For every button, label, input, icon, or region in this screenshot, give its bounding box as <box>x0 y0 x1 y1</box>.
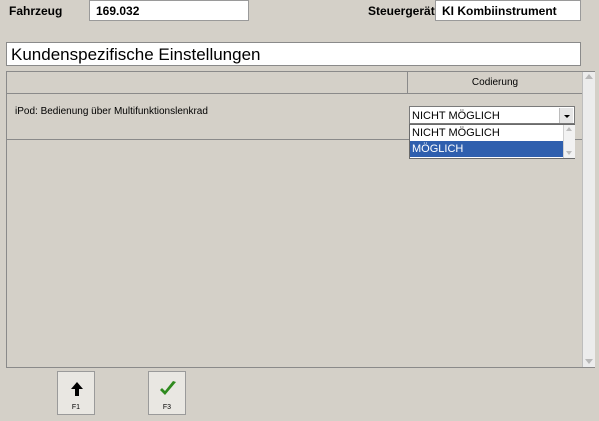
ecu-field: KI Kombiinstrument <box>435 0 581 21</box>
f1-button[interactable]: F1 <box>57 371 95 415</box>
table-header-row: Codierung <box>7 72 582 94</box>
dropdown-scroll-up-icon[interactable] <box>566 127 572 131</box>
f3-button[interactable]: F3 <box>148 371 186 415</box>
coding-select[interactable]: NICHT MÖGLICH <box>409 106 575 124</box>
chevron-down-icon <box>564 115 570 118</box>
dropdown-option-nicht-moeglich[interactable]: NICHT MÖGLICH <box>410 125 564 141</box>
f1-label: F1 <box>71 404 81 411</box>
column-header-codierung: Codierung <box>471 77 519 88</box>
scroll-up-icon[interactable] <box>585 74 593 79</box>
dropdown-option-moeglich[interactable]: MÖGLICH <box>410 141 564 157</box>
row-label: iPod: Bedienung über Multifunktionslenkr… <box>15 106 208 117</box>
page-title: Kundenspezifische Einstellungen <box>6 42 581 66</box>
vehicle-field: 169.032 <box>89 0 249 21</box>
dropdown-arrow-button[interactable] <box>559 108 573 123</box>
vehicle-label: Fahrzeug <box>9 4 63 18</box>
ecu-label: Steuergerät <box>368 4 435 18</box>
dropdown-scroll-down-icon[interactable] <box>566 151 572 155</box>
f3-label: F3 <box>162 404 172 411</box>
vertical-scrollbar[interactable] <box>582 72 595 367</box>
dropdown-scrollbar[interactable] <box>563 125 575 158</box>
up-arrow-icon <box>71 382 83 396</box>
coding-select-value: NICHT MÖGLICH <box>412 110 500 122</box>
scroll-down-icon[interactable] <box>585 359 593 364</box>
coding-dropdown-list[interactable]: NICHT MÖGLICH MÖGLICH <box>409 124 575 159</box>
checkmark-icon <box>160 381 176 395</box>
